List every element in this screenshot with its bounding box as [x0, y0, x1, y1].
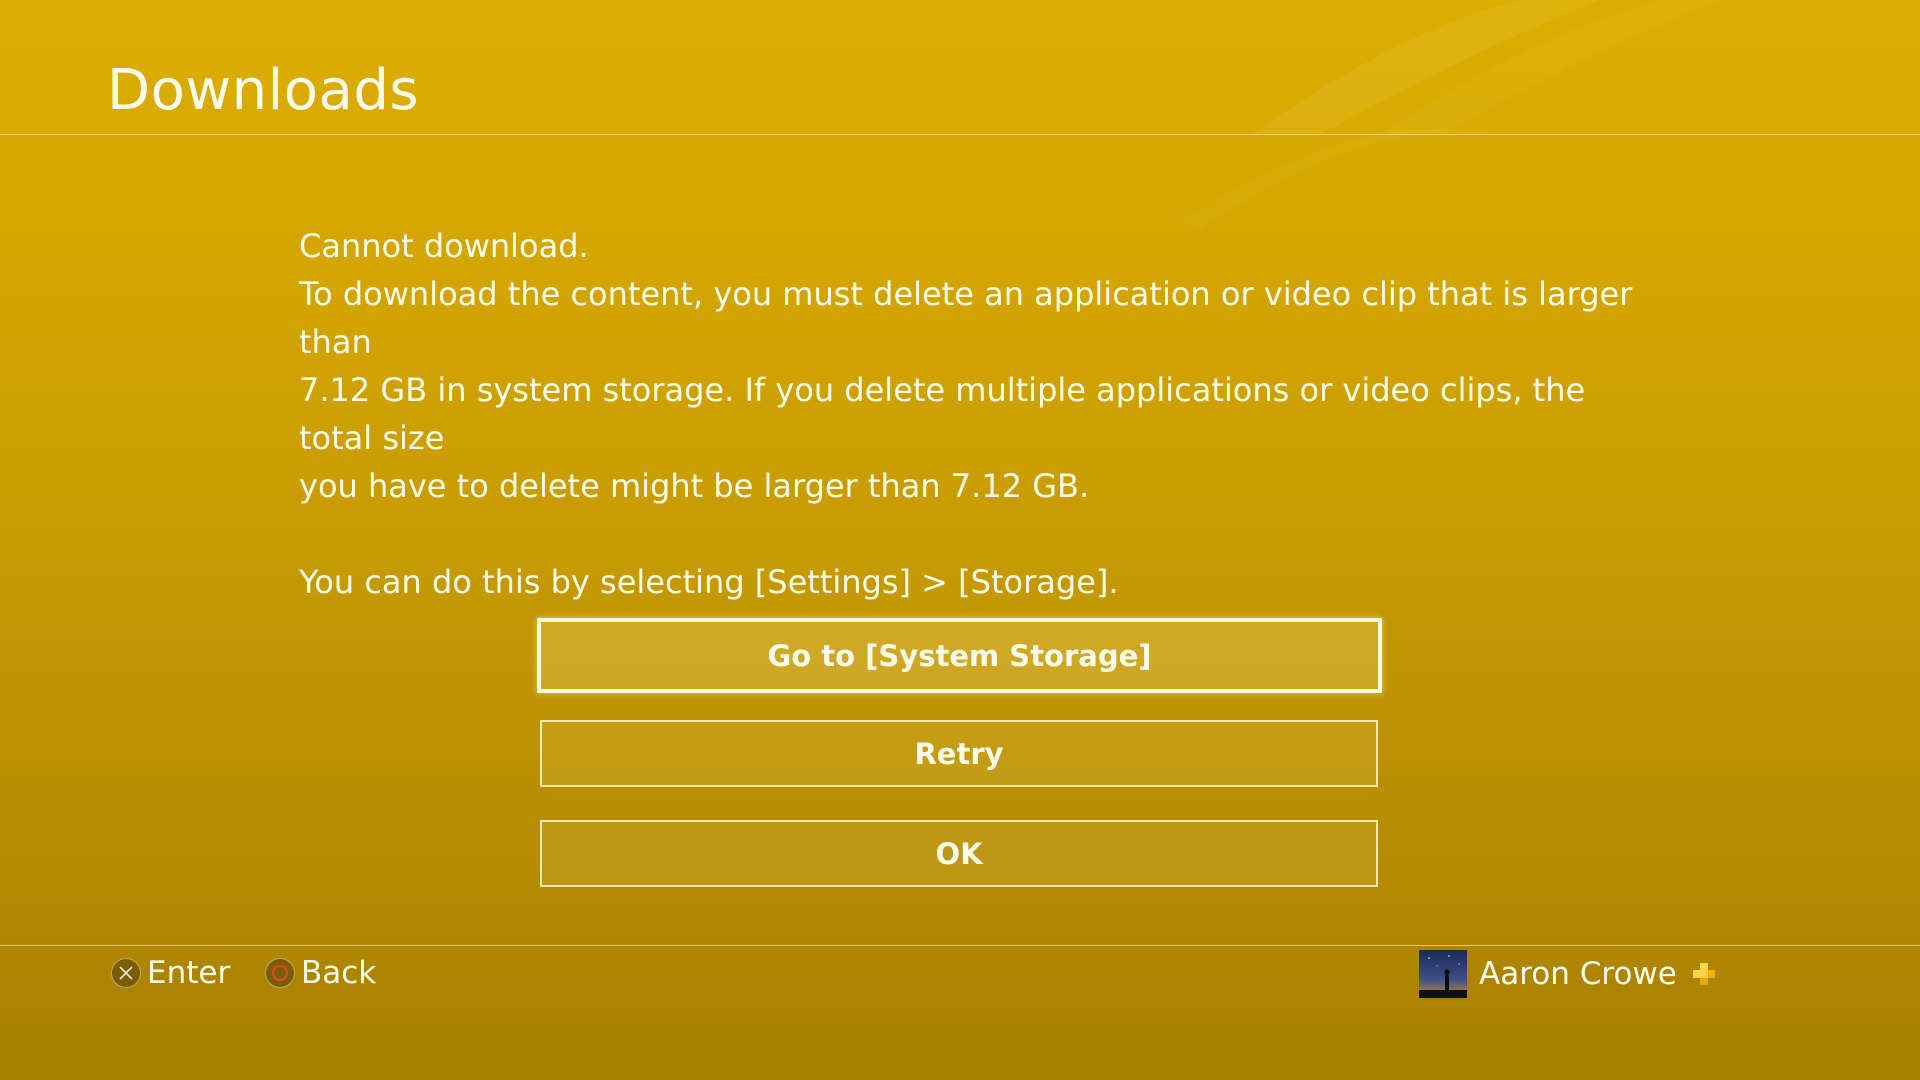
message-line: You can do this by selecting [Settings] … — [299, 563, 1119, 601]
back-hint-label: Back — [301, 955, 377, 991]
back-hint: Back — [265, 952, 376, 994]
avatar — [1419, 950, 1467, 998]
go-to-system-storage-button[interactable]: Go to [System Storage] — [537, 618, 1382, 693]
circle-button-icon — [265, 958, 295, 988]
user-name: Aaron Crowe — [1479, 956, 1677, 992]
ok-label: OK — [935, 836, 983, 871]
message-line: To download the content, you must delete… — [299, 275, 1633, 361]
error-message: Cannot download. To download the content… — [299, 222, 1639, 606]
retry-button[interactable]: Retry — [540, 720, 1378, 787]
message-line: 7.12 GB in system storage. If you delete… — [299, 371, 1586, 457]
retry-label: Retry — [914, 736, 1004, 771]
message-line: you have to delete might be larger than … — [299, 467, 1090, 505]
enter-hint: Enter — [111, 952, 230, 994]
footer-divider — [0, 945, 1920, 946]
page-title: Downloads — [107, 58, 420, 123]
header-divider — [0, 134, 1920, 135]
ok-button[interactable]: OK — [540, 820, 1378, 887]
playstation-plus-icon — [1692, 963, 1715, 985]
go-to-system-storage-label: Go to [System Storage] — [767, 638, 1152, 673]
enter-hint-label: Enter — [147, 955, 231, 991]
cross-button-icon — [111, 958, 141, 988]
message-line: Cannot download. — [299, 227, 589, 265]
user-profile: Aaron Crowe — [1419, 950, 1717, 998]
